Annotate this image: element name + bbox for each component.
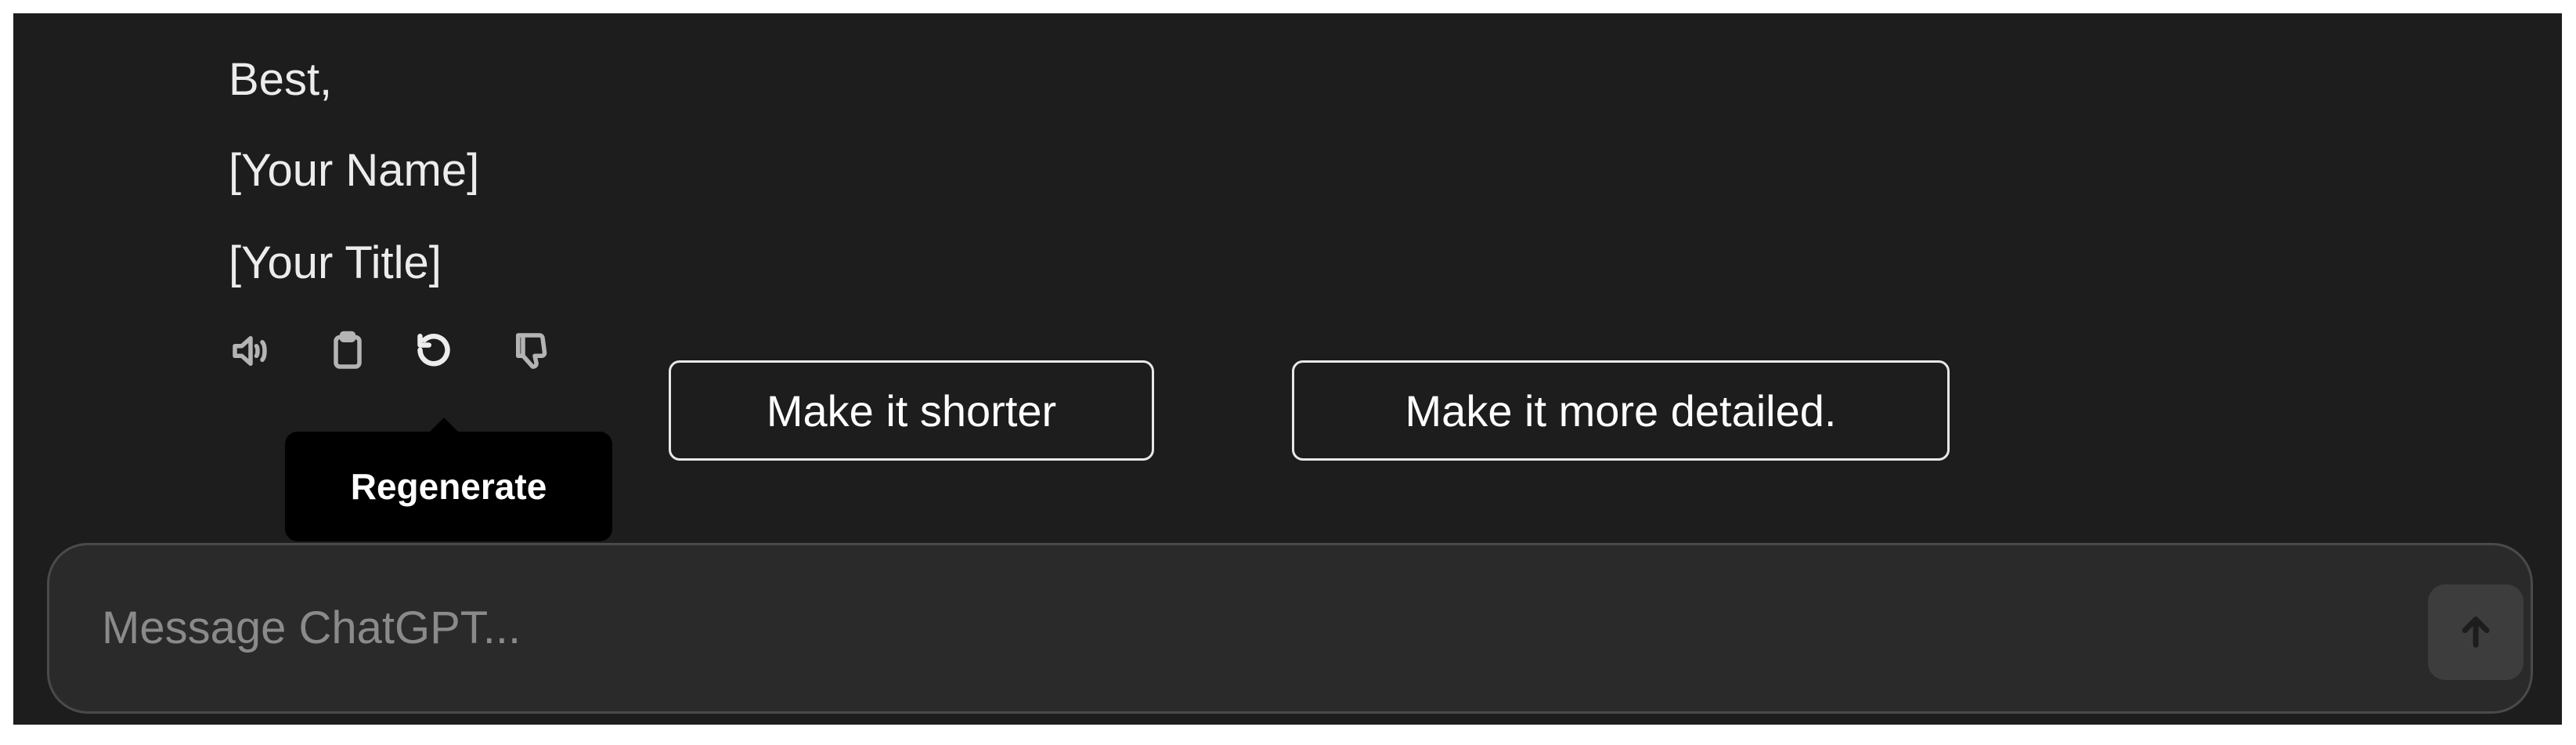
chat-window: Best, [Your Name] [Your Title] Regenerat… [13, 13, 2562, 725]
message-line-signoff: Best, [229, 54, 333, 105]
message-composer [47, 543, 2533, 714]
regenerate-icon [417, 334, 450, 367]
copy-button[interactable] [320, 324, 375, 378]
bad-response-button[interactable] [503, 324, 558, 378]
message-input[interactable] [102, 592, 2372, 663]
regenerate-tooltip: Regenerate [285, 432, 612, 541]
message-line-title: [Your Title] [229, 237, 442, 288]
arrow-up-icon [2462, 617, 2490, 648]
make-shorter-button[interactable]: Make it shorter [669, 360, 1154, 461]
read-aloud-button[interactable] [223, 324, 278, 378]
send-button[interactable] [2428, 584, 2524, 680]
clipboard-icon [334, 331, 362, 369]
tooltip-label: Regenerate [350, 466, 547, 507]
tooltip-pointer [428, 418, 460, 433]
regenerate-button[interactable] [406, 324, 461, 378]
make-more-detailed-button[interactable]: Make it more detailed. [1292, 360, 1950, 461]
thumbs-down-icon [516, 333, 547, 369]
speaker-icon [233, 336, 267, 366]
message-line-name: [Your Name] [229, 145, 480, 196]
